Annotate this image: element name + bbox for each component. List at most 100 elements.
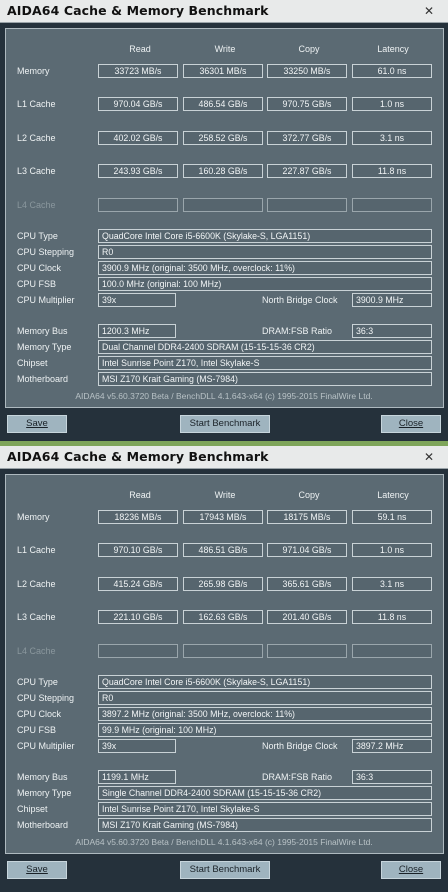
cpu-fsb-label: CPU FSB bbox=[17, 725, 57, 735]
close-icon[interactable]: ✕ bbox=[417, 448, 441, 466]
title-bar[interactable]: AIDA64 Cache & Memory Benchmark ✕ bbox=[0, 0, 448, 23]
row-label-l4: L4 Cache bbox=[17, 646, 56, 656]
close-button[interactable]: Close bbox=[381, 861, 441, 879]
cpu-clock-value: 3897.2 MHz (original: 3500 MHz, overcloc… bbox=[98, 707, 432, 721]
memory-bus-value: 1200.3 MHz bbox=[98, 324, 176, 338]
l3-read-value: 243.93 GB/s bbox=[98, 164, 178, 178]
l2-write-value: 265.98 GB/s bbox=[183, 577, 263, 591]
motherboard-label: Motherboard bbox=[17, 374, 69, 384]
l4-read-value bbox=[98, 198, 178, 212]
dram-fsb-ratio-value: 36:3 bbox=[352, 324, 432, 338]
row-label-l4: L4 Cache bbox=[17, 200, 56, 210]
l1-write-value: 486.51 GB/s bbox=[183, 543, 263, 557]
memory-copy-value: 33250 MB/s bbox=[267, 64, 347, 78]
col-header-read: Read bbox=[129, 490, 151, 500]
row-label-l3: L3 Cache bbox=[17, 612, 56, 622]
l1-latency-value: 1.0 ns bbox=[352, 97, 432, 111]
memory-bus-value: 1199.1 MHz bbox=[98, 770, 176, 784]
l4-copy-value bbox=[267, 198, 347, 212]
cpu-fsb-label: CPU FSB bbox=[17, 279, 57, 289]
col-header-read: Read bbox=[129, 44, 151, 54]
l3-latency-value: 11.8 ns bbox=[352, 610, 432, 624]
benchmark-window-2: AIDA64 Cache & Memory Benchmark ✕ Read W… bbox=[0, 446, 448, 892]
l4-latency-value bbox=[352, 644, 432, 658]
l4-copy-value bbox=[267, 644, 347, 658]
memory-type-label: Memory Type bbox=[17, 788, 72, 798]
row-label-memory: Memory bbox=[17, 66, 50, 76]
l1-write-value: 486.54 GB/s bbox=[183, 97, 263, 111]
l4-write-value bbox=[183, 644, 263, 658]
version-footer: AIDA64 v5.60.3720 Beta / BenchDLL 4.1.64… bbox=[75, 391, 373, 401]
start-benchmark-label: Start Benchmark bbox=[189, 418, 261, 429]
memory-write-value: 36301 MB/s bbox=[183, 64, 263, 78]
memory-type-label: Memory Type bbox=[17, 342, 72, 352]
l2-latency-value: 3.1 ns bbox=[352, 577, 432, 591]
l3-read-value: 221.10 GB/s bbox=[98, 610, 178, 624]
l1-read-value: 970.04 GB/s bbox=[98, 97, 178, 111]
memory-bus-label: Memory Bus bbox=[17, 326, 68, 336]
cpu-multiplier-label: CPU Multiplier bbox=[17, 295, 75, 305]
l3-copy-value: 227.87 GB/s bbox=[267, 164, 347, 178]
col-header-write: Write bbox=[214, 490, 236, 500]
row-label-l3: L3 Cache bbox=[17, 166, 56, 176]
save-button-label: Save bbox=[26, 418, 48, 429]
cpu-multiplier-label: CPU Multiplier bbox=[17, 741, 75, 751]
l4-write-value bbox=[183, 198, 263, 212]
row-label-l2: L2 Cache bbox=[17, 133, 56, 143]
chipset-value: Intel Sunrise Point Z170, Intel Skylake-… bbox=[98, 356, 432, 370]
l3-copy-value: 201.40 GB/s bbox=[267, 610, 347, 624]
row-label-memory: Memory bbox=[17, 512, 50, 522]
l2-latency-value: 3.1 ns bbox=[352, 131, 432, 145]
cpu-type-value: QuadCore Intel Core i5-6600K (Skylake-S,… bbox=[98, 229, 432, 243]
col-header-latency: Latency bbox=[377, 490, 409, 500]
l1-latency-value: 1.0 ns bbox=[352, 543, 432, 557]
motherboard-label: Motherboard bbox=[17, 820, 69, 830]
memory-read-value: 18236 MB/s bbox=[98, 510, 178, 524]
memory-bus-label: Memory Bus bbox=[17, 772, 68, 782]
cpu-fsb-value: 99.9 MHz (original: 100 MHz) bbox=[98, 723, 432, 737]
window-title: AIDA64 Cache & Memory Benchmark bbox=[7, 3, 269, 18]
memory-latency-value: 61.0 ns bbox=[352, 64, 432, 78]
close-button-label: Close bbox=[398, 864, 424, 875]
cpu-stepping-label: CPU Stepping bbox=[17, 693, 75, 703]
row-label-l2: L2 Cache bbox=[17, 579, 56, 589]
close-button-label: Close bbox=[398, 418, 424, 429]
l1-copy-value: 971.04 GB/s bbox=[267, 543, 347, 557]
title-bar[interactable]: AIDA64 Cache & Memory Benchmark ✕ bbox=[0, 446, 448, 469]
benchmark-window-1: AIDA64 Cache & Memory Benchmark ✕ Read W… bbox=[0, 0, 448, 446]
l2-read-value: 402.02 GB/s bbox=[98, 131, 178, 145]
chipset-label: Chipset bbox=[17, 358, 48, 368]
north-bridge-clock-value: 3900.9 MHz bbox=[352, 293, 432, 307]
l4-read-value bbox=[98, 644, 178, 658]
col-header-copy: Copy bbox=[298, 490, 320, 500]
cpu-type-value: QuadCore Intel Core i5-6600K (Skylake-S,… bbox=[98, 675, 432, 689]
col-header-latency: Latency bbox=[377, 44, 409, 54]
memory-copy-value: 18175 MB/s bbox=[267, 510, 347, 524]
close-button[interactable]: Close bbox=[381, 415, 441, 433]
cpu-fsb-value: 100.0 MHz (original: 100 MHz) bbox=[98, 277, 432, 291]
start-benchmark-button[interactable]: Start Benchmark bbox=[180, 861, 270, 879]
row-label-l1: L1 Cache bbox=[17, 99, 56, 109]
col-header-write: Write bbox=[214, 44, 236, 54]
l2-write-value: 258.52 GB/s bbox=[183, 131, 263, 145]
memory-latency-value: 59.1 ns bbox=[352, 510, 432, 524]
cpu-clock-label: CPU Clock bbox=[17, 709, 62, 719]
cpu-stepping-label: CPU Stepping bbox=[17, 247, 75, 257]
chipset-value: Intel Sunrise Point Z170, Intel Skylake-… bbox=[98, 802, 432, 816]
save-button[interactable]: Save bbox=[7, 861, 67, 879]
cpu-type-label: CPU Type bbox=[17, 231, 58, 241]
cpu-multiplier-value: 39x bbox=[98, 293, 176, 307]
l4-latency-value bbox=[352, 198, 432, 212]
window-title: AIDA64 Cache & Memory Benchmark bbox=[7, 449, 269, 464]
memory-type-value: Single Channel DDR4-2400 SDRAM (15-15-15… bbox=[98, 786, 432, 800]
l2-read-value: 415.24 GB/s bbox=[98, 577, 178, 591]
motherboard-value: MSI Z170 Krait Gaming (MS-7984) bbox=[98, 818, 432, 832]
dram-fsb-ratio-label: DRAM:FSB Ratio bbox=[262, 326, 333, 336]
close-icon[interactable]: ✕ bbox=[417, 2, 441, 20]
save-button[interactable]: Save bbox=[7, 415, 67, 433]
start-benchmark-button[interactable]: Start Benchmark bbox=[180, 415, 270, 433]
col-header-copy: Copy bbox=[298, 44, 320, 54]
cpu-multiplier-value: 39x bbox=[98, 739, 176, 753]
memory-write-value: 17943 MB/s bbox=[183, 510, 263, 524]
chipset-label: Chipset bbox=[17, 804, 48, 814]
